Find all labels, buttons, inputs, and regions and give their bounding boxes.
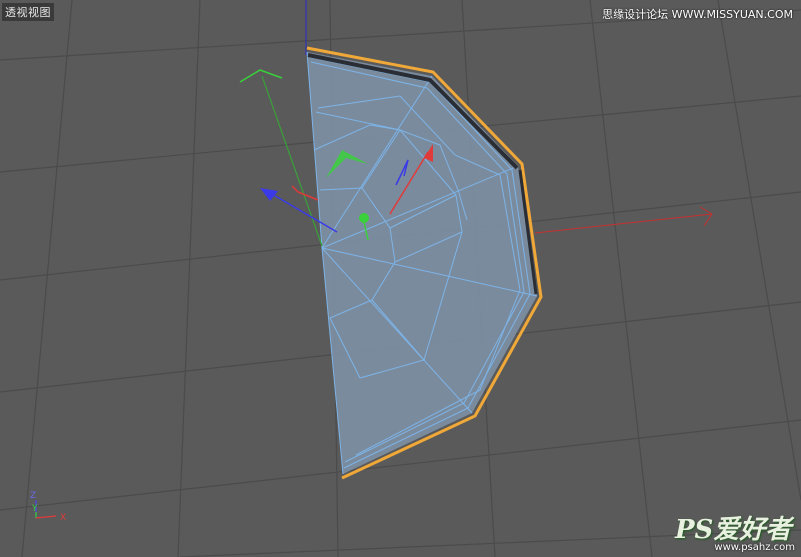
3d-viewport[interactable]: Z Y X [0,0,801,557]
view-label[interactable]: 透视视图 [2,3,54,21]
watermark-url: www.psahz.com [714,542,795,553]
gizmo-center-handle[interactable] [359,213,369,223]
watermark-logo: PS爱好者 [675,515,792,545]
triad-y-label: Y [31,504,38,514]
watermark-top: 思缘设计论坛 WWW.MISSYUAN.COM [602,8,793,21]
watermark-bottom: PS爱好者 www.psahz.com [675,509,795,553]
triad-x-label: X [60,513,66,523]
triad-z-label: Z [30,491,36,501]
